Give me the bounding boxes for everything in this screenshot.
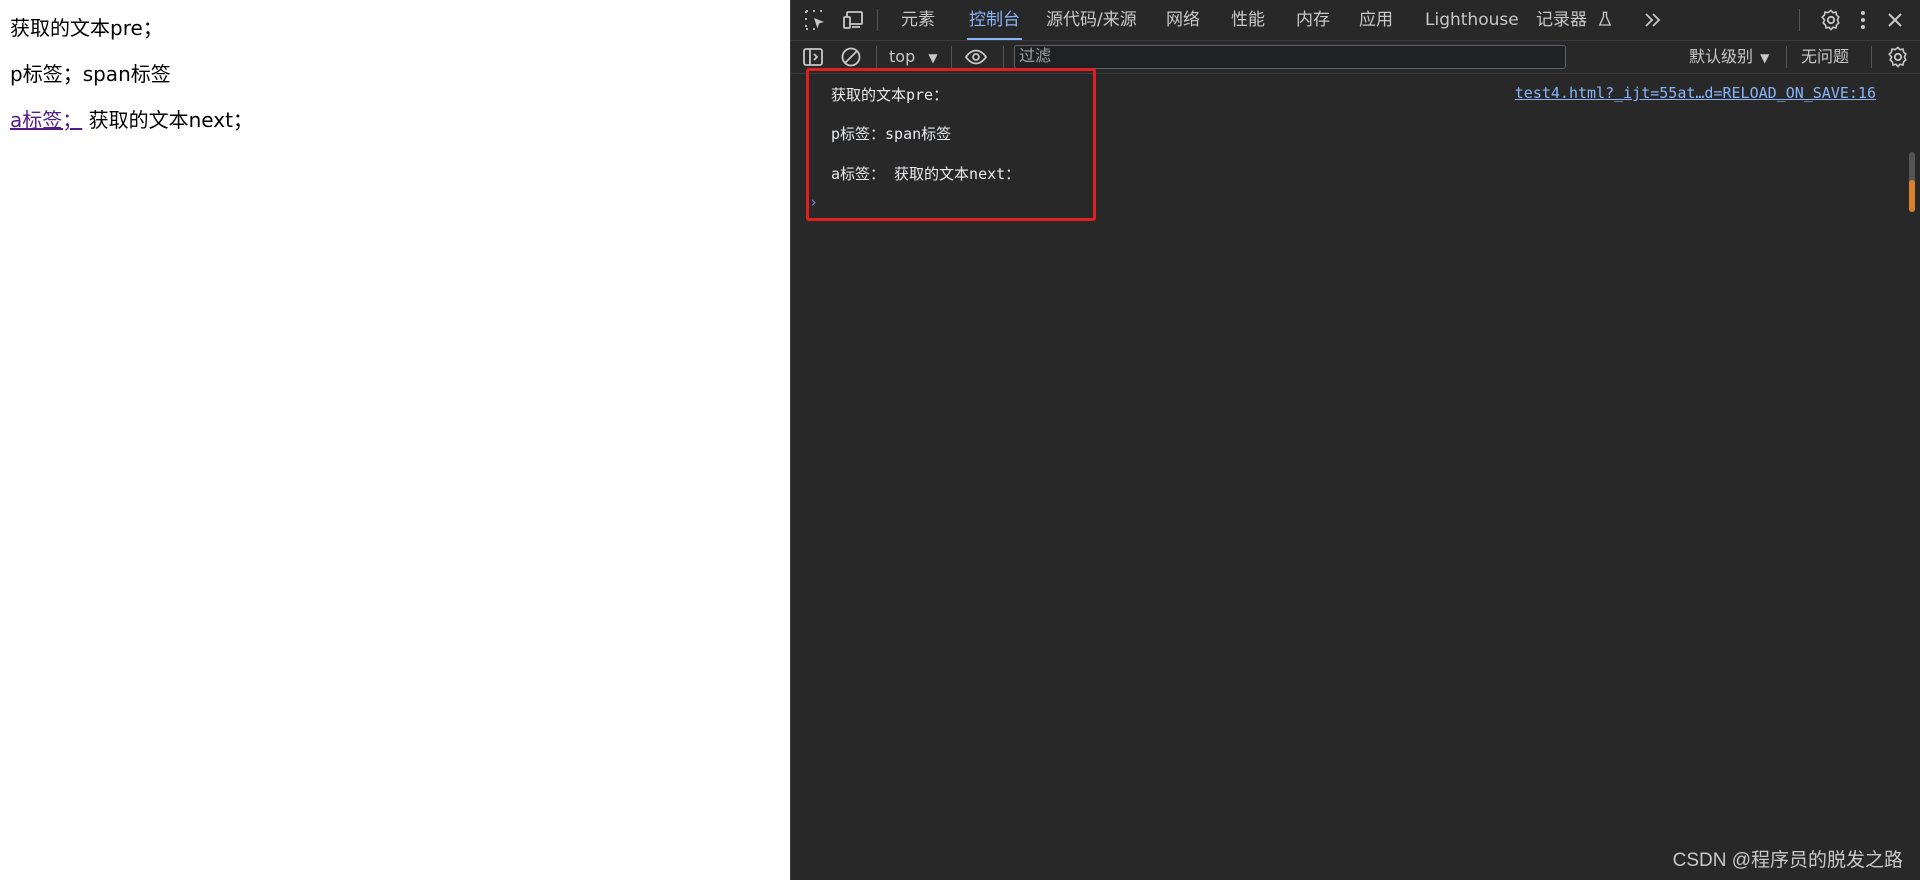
page-text-pre: 获取的文本pre； (10, 16, 163, 40)
watermark-text: CSDN @程序员的脱发之路 (1672, 850, 1903, 871)
source-location-link[interactable]: test4.html?_ijt=55at…d=RELOAD_ON_SAVE:16 (1515, 84, 1876, 102)
inspect-element-icon[interactable] (803, 8, 827, 32)
flask-icon (1599, 11, 1612, 26)
tab-recorder[interactable]: 记录器 (1536, 0, 1614, 40)
more-options-kebab-icon[interactable] (1851, 8, 1875, 32)
tab-application[interactable]: 应用 (1359, 0, 1393, 40)
toolbar-divider (1871, 46, 1872, 68)
page-text-p-span: p标签；span标签 (10, 62, 171, 86)
console-settings-gear-icon[interactable] (1886, 45, 1910, 69)
tab-lighthouse[interactable]: Lighthouse (1425, 0, 1519, 40)
toolbar-divider (1786, 46, 1787, 68)
settings-gear-icon[interactable] (1819, 8, 1843, 32)
filter-field[interactable] (1014, 45, 1566, 69)
toolbar-divider (951, 46, 952, 68)
toolbar-divider (876, 46, 877, 68)
page-line-three: a标签； 获取的文本next； (10, 104, 253, 133)
active-tab-indicator (967, 38, 1022, 40)
log-levels-dropdown[interactable]: 默认级别 ▼ (1689, 41, 1769, 73)
dropdown-triangle-icon: ▼ (1760, 51, 1770, 65)
log-levels-label: 默认级别 (1689, 47, 1754, 66)
close-icon[interactable] (1883, 8, 1907, 32)
tab-elements[interactable]: 元素 (901, 0, 935, 40)
toolbar-divider (1003, 46, 1004, 68)
live-expression-eye-icon[interactable] (964, 45, 988, 69)
sidebar-toggle-icon[interactable] (801, 45, 825, 69)
page-link-a[interactable]: a标签； (10, 108, 82, 132)
tab-sources[interactable]: 源代码/来源 (1046, 0, 1137, 40)
devtools-panel: 元素 控制台 源代码/来源 网络 性能 内存 应用 Lighthouse 记录器 (790, 0, 1920, 880)
tab-console-label: 控制台 (969, 10, 1020, 30)
scrollbar-marker (1909, 180, 1915, 212)
issues-button[interactable]: 无问题 (1801, 41, 1849, 73)
tab-recorder-label: 记录器 (1536, 10, 1587, 30)
tabbar-divider-right (1799, 9, 1800, 31)
tab-console[interactable]: 控制台 (967, 0, 1022, 40)
page-text-next: 获取的文本next； (88, 108, 253, 132)
dropdown-triangle-icon: ▼ (928, 51, 938, 65)
tab-network[interactable]: 网络 (1166, 0, 1200, 40)
more-tabs-chevron-icon[interactable] (1641, 8, 1665, 32)
device-toolbar-icon[interactable] (841, 8, 865, 32)
clear-console-icon[interactable] (839, 45, 863, 69)
tab-memory[interactable]: 内存 (1296, 0, 1330, 40)
highlight-box (806, 68, 1096, 221)
tab-performance[interactable]: 性能 (1231, 0, 1265, 40)
tabbar-divider (877, 9, 878, 31)
context-selector-value: top (889, 47, 916, 66)
filter-input[interactable] (1015, 46, 1565, 68)
web-page: 获取的文本pre； p标签；span标签 a标签； 获取的文本next； (0, 0, 790, 880)
devtools-tabbar: 元素 控制台 源代码/来源 网络 性能 内存 应用 Lighthouse 记录器 (791, 0, 1920, 41)
